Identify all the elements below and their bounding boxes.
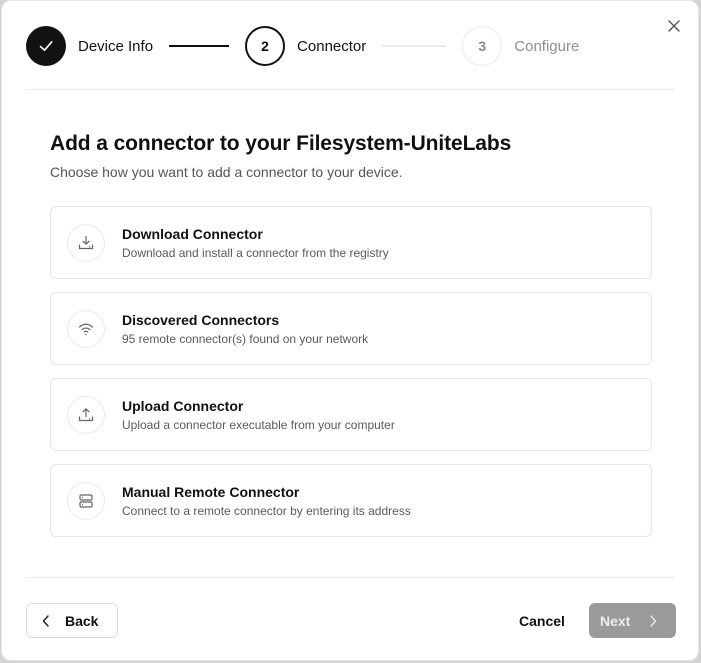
next-button-label: Next <box>600 612 631 629</box>
cancel-button[interactable]: Cancel <box>510 603 574 638</box>
page-title: Add a connector to your Filesystem-Unite… <box>50 132 512 155</box>
option-title: Manual Remote Connector <box>122 483 300 500</box>
close-icon <box>668 20 680 32</box>
option-title: Upload Connector <box>122 397 244 414</box>
check-icon <box>39 41 53 51</box>
back-button-label: Back <box>65 612 99 629</box>
option-description: Download and install a connector from th… <box>122 245 389 260</box>
chevron-right-icon <box>650 614 657 627</box>
step-connector-line <box>382 45 447 47</box>
stepper: Device Info 2 Connector 3 Configure <box>26 25 579 67</box>
step-3-label: Configure <box>514 37 580 55</box>
step-connector-line <box>169 45 230 47</box>
header-divider <box>26 89 674 90</box>
upload-icon <box>67 395 105 434</box>
close-button[interactable] <box>664 16 684 36</box>
option-description: Connect to a remote connector by enterin… <box>122 503 411 518</box>
option-title: Discovered Connectors <box>122 311 280 328</box>
connector-options-list: Download Connector Download and install … <box>50 206 652 550</box>
step-2-indicator: 2 <box>245 26 286 66</box>
footer-divider <box>26 577 674 578</box>
download-icon <box>67 223 105 262</box>
option-download-connector[interactable]: Download Connector Download and install … <box>50 206 652 279</box>
step-2-label: Connector <box>297 37 367 55</box>
option-description: 95 remote connector(s) found on your net… <box>122 331 369 346</box>
step-1-label: Device Info <box>78 37 154 55</box>
step-3-indicator: 3 <box>462 26 503 66</box>
wifi-icon <box>67 309 105 348</box>
server-icon <box>67 481 105 520</box>
option-description: Upload a connector executable from your … <box>122 417 395 432</box>
option-upload-connector[interactable]: Upload Connector Upload a connector exec… <box>50 378 652 451</box>
option-discovered-connectors[interactable]: Discovered Connectors 95 remote connecto… <box>50 292 652 365</box>
page-subtitle: Choose how you want to add a connector t… <box>50 164 403 180</box>
chevron-left-icon <box>42 614 49 627</box>
option-manual-remote-connector[interactable]: Manual Remote Connector Connect to a rem… <box>50 464 652 537</box>
next-button[interactable]: Next <box>589 603 676 638</box>
add-connector-dialog: Device Info 2 Connector 3 Configure Add … <box>1 0 699 661</box>
option-title: Download Connector <box>122 225 263 242</box>
step-1-indicator <box>26 26 66 66</box>
back-button[interactable]: Back <box>26 603 118 638</box>
